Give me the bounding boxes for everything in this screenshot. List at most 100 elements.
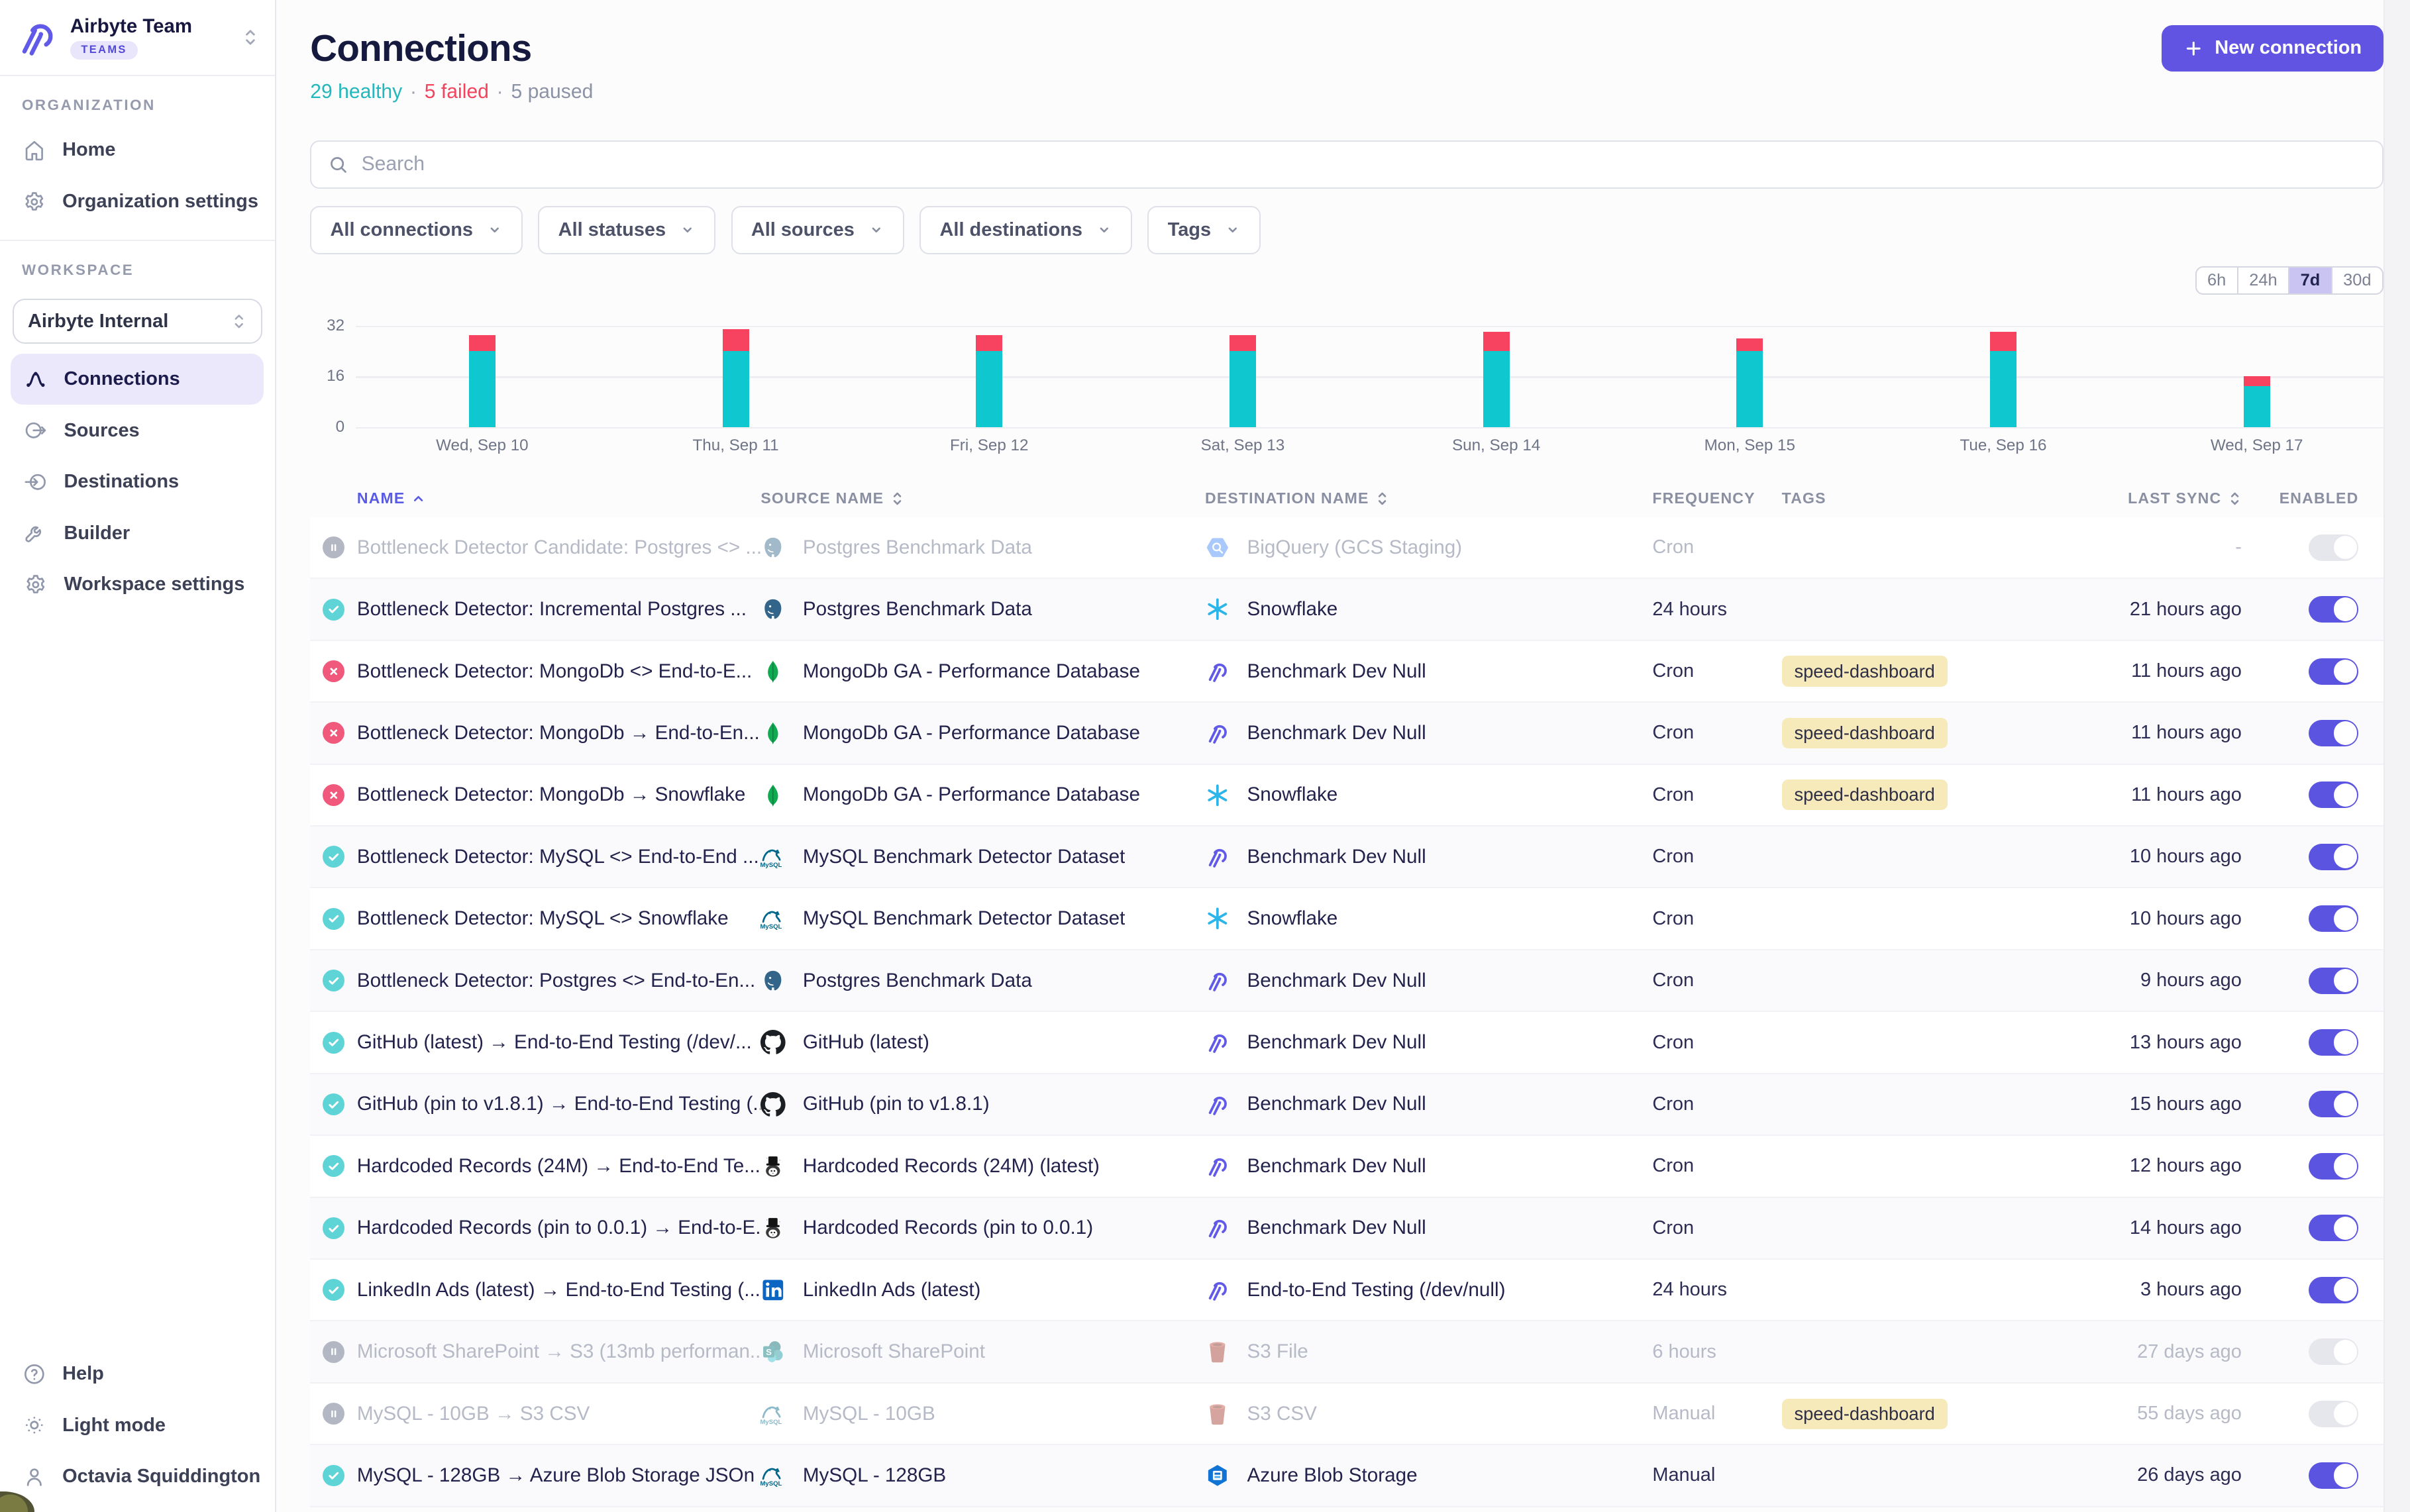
sidebar-item-help[interactable]: Help <box>0 1348 275 1400</box>
destination-name: Benchmark Dev Null <box>1247 1217 1426 1239</box>
sidebar-item-label: Sources <box>64 420 139 442</box>
sidebar: Airbyte Team TEAMS ORGANIZATION Home Org… <box>0 0 276 1512</box>
table-row[interactable]: Bottleneck Detector Candidate: Postgres … <box>310 517 2384 579</box>
enabled-toggle[interactable] <box>2309 1029 2358 1056</box>
table-row[interactable]: Bottleneck Detector: MongoDb → End-to-En… <box>310 703 2384 764</box>
enabled-toggle[interactable] <box>2309 1338 2358 1365</box>
chart-plot-area <box>356 326 2384 427</box>
table-row[interactable]: Microsoft SharePoint → S3 (13mb performa… <box>310 1321 2384 1383</box>
table-row[interactable]: Hardcoded Records (24M) → End-to-End Te.… <box>310 1136 2384 1197</box>
filter-all-sources[interactable]: All sources <box>731 206 904 254</box>
sidebar-item-home[interactable]: Home <box>0 125 275 176</box>
enabled-toggle[interactable] <box>2309 844 2358 870</box>
last-sync: 12 hours ago <box>2073 1155 2242 1177</box>
table-row[interactable]: Bottleneck Detector: Incremental Postgre… <box>310 579 2384 640</box>
source-name: LinkedIn Ads (latest) <box>803 1279 981 1301</box>
filter-all-statuses[interactable]: All statuses <box>538 206 715 254</box>
table-row[interactable]: GitHub (latest) → End-to-End Testing (/d… <box>310 1012 2384 1074</box>
status-healthy-icon <box>323 1465 344 1487</box>
enabled-toggle[interactable] <box>2309 658 2358 685</box>
sidebar-item-builder[interactable]: Builder <box>11 508 264 560</box>
workspace-nav: Connections Sources Destinations Builder… <box>0 350 275 611</box>
sidebar-item-label: Octavia Squiddington <box>62 1466 260 1487</box>
sidebar-item-organization-settings[interactable]: Organization settings <box>0 176 275 228</box>
destination-name: BigQuery (GCS Staging) <box>1247 536 1463 559</box>
time-range-6h[interactable]: 6h <box>2197 268 2237 293</box>
enabled-toggle[interactable] <box>2309 1091 2358 1117</box>
table-row[interactable]: Bottleneck Detector: MongoDb <> End-to-E… <box>310 641 2384 703</box>
bar-segment-succeeded <box>1736 351 1763 427</box>
bar-segment-succeeded <box>976 351 1002 427</box>
enabled-toggle[interactable] <box>2309 1215 2358 1241</box>
filter-all-connections[interactable]: All connections <box>310 206 523 254</box>
enabled-toggle[interactable] <box>2309 1462 2358 1489</box>
sidebar-item-label: Workspace settings <box>64 574 244 595</box>
sidebar-item-light-mode[interactable]: Light mode <box>0 1399 275 1451</box>
snowflake-icon <box>1205 597 1230 622</box>
enabled-toggle[interactable] <box>2309 1153 2358 1180</box>
chevron-down-icon <box>487 222 503 238</box>
sync-history-chart: 01632 <box>310 326 2384 427</box>
scrollbar[interactable] <box>2384 0 2410 1512</box>
enabled-toggle[interactable] <box>2309 968 2358 994</box>
table-row[interactable]: Bottleneck Detector: Postgres <> End-to-… <box>310 950 2384 1012</box>
x-tick-label: Tue, Sep 16 <box>1877 436 2130 455</box>
table-row[interactable]: MySQL - 10GB → S3 CSV MySQLMySQL - 10GB … <box>310 1384 2384 1445</box>
airbyte-logo-icon <box>16 17 58 59</box>
snowflake-icon <box>1205 906 1230 931</box>
enabled-toggle[interactable] <box>2309 781 2358 808</box>
x-tick-label: Sat, Sep 13 <box>1116 436 1370 455</box>
x-tick-label: Fri, Sep 12 <box>863 436 1116 455</box>
enabled-toggle[interactable] <box>2309 1277 2358 1303</box>
destination-name: Benchmark Dev Null <box>1247 970 1426 992</box>
mongodb-icon <box>760 783 786 808</box>
new-connection-button[interactable]: New connection <box>2162 25 2384 72</box>
svg-text:MySQL: MySQL <box>760 1480 782 1487</box>
sidebar-item-sources[interactable]: Sources <box>11 405 264 456</box>
airbyte-icon <box>1205 844 1230 870</box>
org-switcher[interactable]: Airbyte Team TEAMS <box>0 0 275 75</box>
chart-bar <box>469 335 496 427</box>
status-failed-icon <box>323 784 344 806</box>
connection-name: Bottleneck Detector: Incremental Postgre… <box>357 598 760 621</box>
enabled-toggle[interactable] <box>2309 905 2358 932</box>
enabled-toggle[interactable] <box>2309 720 2358 746</box>
chart-bar <box>2244 376 2270 427</box>
enabled-toggle[interactable] <box>2309 534 2358 561</box>
status-healthy-icon <box>323 1279 344 1301</box>
table-row[interactable]: GitHub (pin to v1.8.1) → End-to-End Test… <box>310 1074 2384 1136</box>
enabled-toggle[interactable] <box>2309 1401 2358 1427</box>
sidebar-item-connections[interactable]: Connections <box>11 354 264 405</box>
time-range-30d[interactable]: 30d <box>2331 268 2382 293</box>
table-row[interactable]: Bottleneck Detector: MongoDb → Snowflake… <box>310 765 2384 827</box>
sidebar-item-workspace-settings[interactable]: Workspace settings <box>11 559 264 611</box>
healthy-count: 29 healthy <box>310 81 402 103</box>
table-row[interactable]: Hardcoded Records (pin to 0.0.1) → End-t… <box>310 1198 2384 1260</box>
connection-name: Microsoft SharePoint → S3 (13mb performa… <box>357 1340 760 1363</box>
sidebar-item-user[interactable]: Octavia Squiddington <box>0 1451 275 1503</box>
table-row[interactable]: MySQL - 128GB → Azure Blob Storage JSOn … <box>310 1445 2384 1507</box>
frequency: Cron <box>1652 1155 1781 1177</box>
workspace-selector[interactable]: Airbyte Internal <box>13 299 262 344</box>
search-input[interactable] <box>362 153 2367 176</box>
table-row[interactable]: Bottleneck Detector: MySQL <> End-to-End… <box>310 827 2384 888</box>
time-range-24h[interactable]: 24h <box>2237 268 2288 293</box>
frequency: Cron <box>1652 722 1781 744</box>
column-header-destination[interactable]: DESTINATION NAME <box>1205 489 1652 507</box>
filter-tags[interactable]: Tags <box>1147 206 1261 254</box>
column-header-source[interactable]: SOURCE NAME <box>760 489 1205 507</box>
enabled-toggle[interactable] <box>2309 596 2358 623</box>
table-row[interactable]: LinkedIn Ads (latest) → End-to-End Testi… <box>310 1260 2384 1321</box>
time-range-7d[interactable]: 7d <box>2288 268 2331 293</box>
sidebar-item-destinations[interactable]: Destinations <box>11 456 264 508</box>
filter-all-destinations[interactable]: All destinations <box>919 206 1132 254</box>
connection-name: Bottleneck Detector: MongoDb → End-to-En… <box>357 722 760 744</box>
hardcoded-icon <box>760 1154 786 1179</box>
tag-badge: speed-dashboard <box>1782 1399 1948 1429</box>
frequency: Cron <box>1652 846 1781 868</box>
column-header-last-sync[interactable]: LAST SYNC <box>2073 489 2242 507</box>
tags: speed-dashboard <box>1782 656 2073 686</box>
column-header-name[interactable]: NAME <box>357 489 760 507</box>
table-row[interactable]: Bottleneck Detector: MySQL <> Snowflake … <box>310 888 2384 950</box>
connections-table: Bottleneck Detector Candidate: Postgres … <box>310 517 2384 1507</box>
